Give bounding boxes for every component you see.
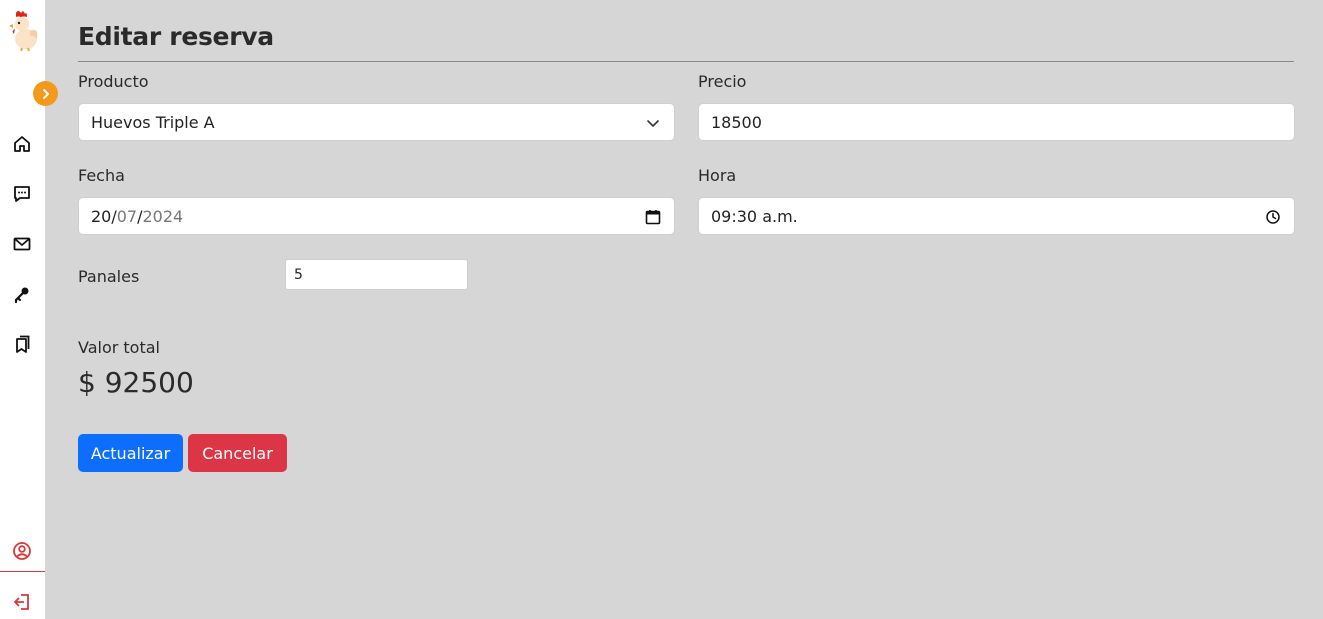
fecha-year: 2024	[142, 206, 184, 226]
chevron-right-icon	[42, 88, 49, 99]
fecha-label: Fecha	[78, 166, 125, 185]
producto-label: Producto	[78, 72, 149, 91]
fecha-date-input[interactable]: 20/07/2024	[78, 197, 675, 235]
home-icon[interactable]	[11, 133, 33, 155]
chicken-logo-icon	[6, 9, 40, 52]
calendar-icon[interactable]	[644, 208, 662, 226]
hora-label: Hora	[698, 166, 737, 185]
valor-total-amount: $ 92500	[78, 366, 194, 399]
fecha-month: 07	[116, 206, 138, 226]
key-icon[interactable]	[11, 283, 33, 305]
page-title: Editar reserva	[78, 22, 274, 51]
panales-input[interactable]: 5	[285, 259, 468, 290]
cancel-button[interactable]: Cancelar	[188, 434, 287, 472]
valor-total-label: Valor total	[78, 338, 160, 357]
fecha-day: 20	[91, 206, 112, 226]
panales-label: Panales	[78, 267, 140, 286]
chat-icon[interactable]	[11, 183, 33, 205]
producto-select[interactable]: Huevos Triple A	[78, 103, 675, 141]
user-profile-icon[interactable]	[11, 540, 33, 562]
precio-label: Precio	[698, 72, 747, 91]
chevron-down-icon	[647, 120, 659, 128]
panales-value: 5	[294, 266, 303, 283]
precio-value: 18500	[711, 112, 762, 132]
hora-value: 09:30 a.m.	[711, 206, 798, 226]
hora-time-input[interactable]: 09:30 a.m.	[698, 197, 1295, 235]
clock-icon[interactable]	[1264, 208, 1282, 226]
title-divider	[78, 61, 1294, 62]
sidebar-toggle-button[interactable]	[33, 81, 58, 106]
precio-input[interactable]: 18500	[698, 103, 1295, 141]
bookmarks-icon[interactable]	[11, 333, 33, 355]
mail-icon[interactable]	[11, 233, 33, 255]
update-button[interactable]: Actualizar	[78, 434, 183, 472]
sidebar-divider	[0, 571, 45, 572]
producto-selected-value: Huevos Triple A	[91, 112, 215, 132]
logout-icon[interactable]	[11, 591, 33, 613]
